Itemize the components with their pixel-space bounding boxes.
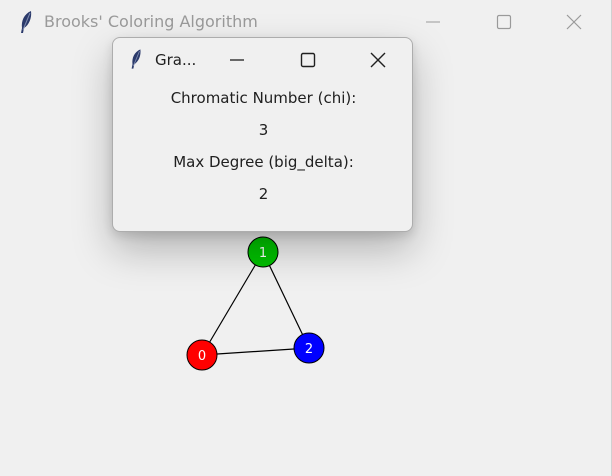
node-2-circle (293, 332, 325, 364)
node-1[interactable]: 1 (247, 236, 279, 268)
node-1-circle (247, 236, 279, 268)
maximize-icon (496, 14, 512, 30)
dialog-minimize-button[interactable] (223, 47, 251, 73)
chromatic-number-value: 3 (258, 121, 269, 139)
node-0-label: 0 (198, 349, 206, 364)
node-0-circle (186, 339, 218, 371)
minimize-icon (426, 21, 440, 23)
close-icon (370, 52, 386, 68)
feather-icon (21, 11, 32, 33)
dialog-titlebar[interactable]: Gra... (113, 38, 412, 80)
node-1-label: 1 (259, 246, 267, 261)
maximize-button[interactable] (490, 9, 518, 35)
minimize-button[interactable] (419, 9, 447, 35)
close-button[interactable] (560, 9, 588, 35)
node-0[interactable]: 0 (186, 339, 218, 371)
edge-1-0 (201, 251, 264, 356)
max-degree-label: Max Degree (big_delta): (173, 153, 354, 171)
minimize-icon (230, 59, 244, 61)
dialog-maximize-button[interactable] (294, 47, 322, 73)
dialog-close-button[interactable] (364, 47, 392, 73)
max-degree-value: 2 (258, 185, 269, 203)
close-icon (566, 14, 582, 30)
main-window-title: Brooks' Coloring Algorithm (44, 12, 258, 31)
dialog-title: Gra... (155, 51, 197, 69)
node-2[interactable]: 2 (293, 332, 325, 364)
chromatic-number-label: Chromatic Number (chi): (170, 89, 357, 107)
feather-icon (131, 49, 141, 69)
edge-1-2 (262, 251, 310, 349)
node-2-label: 2 (305, 342, 313, 357)
graph-info-dialog: Gra... Chromatic Number (chi): 3 Max Deg… (112, 37, 413, 232)
maximize-icon (300, 52, 316, 68)
edge-0-2 (201, 347, 310, 356)
